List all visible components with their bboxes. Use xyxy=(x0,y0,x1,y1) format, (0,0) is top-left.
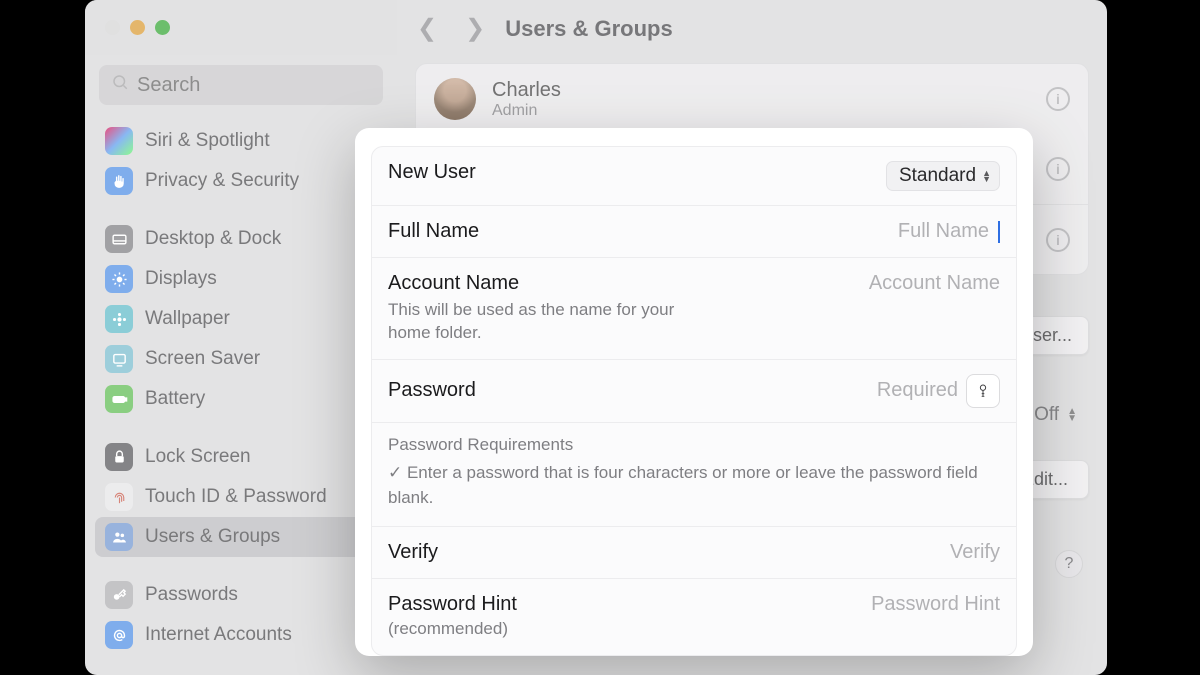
info-icon[interactable]: i xyxy=(1046,87,1070,111)
account-name-label: Account Name xyxy=(388,272,708,295)
window-controls xyxy=(105,20,170,35)
at-icon xyxy=(105,621,133,649)
siri-icon xyxy=(105,127,133,155)
users-icon xyxy=(105,523,133,551)
sidebar-item-label: Battery xyxy=(145,388,205,410)
new-user-modal: New User Standard ▲▼ Full Name Full Name xyxy=(355,128,1033,656)
page-title: Users & Groups xyxy=(505,16,673,42)
back-button[interactable]: ❮ xyxy=(417,14,437,43)
screensaver-icon xyxy=(105,345,133,373)
row-full-name: Full Name Full Name xyxy=(372,206,1016,258)
hint-input[interactable] xyxy=(780,593,1000,616)
sidebar-item-displays[interactable]: Displays xyxy=(85,259,397,299)
avatar xyxy=(434,78,476,120)
sidebar-item-label: Privacy & Security xyxy=(145,170,299,192)
hint-label: Password Hint xyxy=(388,593,517,616)
nav-arrows: ❮ ❯ xyxy=(417,14,485,43)
hint-subtext: (recommended) xyxy=(388,618,517,641)
password-input[interactable] xyxy=(818,379,958,402)
close-window-button[interactable] xyxy=(105,20,120,35)
password-assistant-button[interactable] xyxy=(966,374,1000,408)
sidebar-item-privacy[interactable]: Privacy & Security xyxy=(85,161,397,201)
search-input[interactable] xyxy=(137,74,402,97)
requirements-title: Password Requirements xyxy=(388,435,1000,455)
new-user-label: New User xyxy=(388,161,476,184)
sidebar-item-lockscreen[interactable]: Lock Screen xyxy=(85,437,397,477)
flower-icon xyxy=(105,305,133,333)
sidebar-item-touchid[interactable]: Touch ID & Password xyxy=(85,477,397,517)
sidebar-item-label: Passwords xyxy=(145,584,238,606)
sidebar-item-label: Siri & Spotlight xyxy=(145,130,270,152)
search-field[interactable] xyxy=(99,65,383,105)
row-password: Password xyxy=(372,360,1016,423)
sidebar: Siri & Spotlight Privacy & Security D xyxy=(85,0,397,55)
password-label: Password xyxy=(388,379,476,402)
sidebar-item-internet-accounts[interactable]: Internet Accounts xyxy=(85,615,397,655)
user-row-primary[interactable]: Charles Admin i xyxy=(416,64,1088,134)
info-icon[interactable]: i xyxy=(1046,157,1070,181)
full-name-label: Full Name xyxy=(388,220,479,243)
account-name-input[interactable] xyxy=(780,272,1000,295)
verify-input[interactable] xyxy=(780,541,1000,564)
forward-button[interactable]: ❯ xyxy=(465,14,485,43)
sidebar-item-users-groups[interactable]: Users & Groups xyxy=(95,517,387,557)
sidebar-item-battery[interactable]: Battery xyxy=(85,379,397,419)
minimize-window-button[interactable] xyxy=(130,20,145,35)
dock-icon xyxy=(105,225,133,253)
key-icon xyxy=(975,381,991,401)
zoom-window-button[interactable] xyxy=(155,20,170,35)
guest-toggle-value[interactable]: Off ▲▼ xyxy=(1034,404,1077,426)
sidebar-item-desktop[interactable]: Desktop & Dock xyxy=(85,219,397,259)
sidebar-item-siri[interactable]: Siri & Spotlight xyxy=(85,121,397,161)
user-name: Charles xyxy=(492,79,561,102)
sidebar-item-label: Screen Saver xyxy=(145,348,260,370)
sidebar-item-passwords[interactable]: Passwords xyxy=(85,575,397,615)
lock-icon xyxy=(105,443,133,471)
fingerprint-icon xyxy=(105,483,133,511)
hand-icon xyxy=(105,167,133,195)
battery-icon xyxy=(105,385,133,413)
sidebar-item-label: Touch ID & Password xyxy=(145,486,327,508)
sidebar-item-label: Users & Groups xyxy=(145,526,280,548)
user-type-value: Standard xyxy=(899,165,976,187)
user-role: Admin xyxy=(492,102,561,120)
row-account-name: Account Name This will be used as the na… xyxy=(372,258,1016,360)
help-button[interactable]: ? xyxy=(1055,550,1083,578)
brightness-icon xyxy=(105,265,133,293)
sidebar-item-label: Displays xyxy=(145,268,217,290)
text-cursor xyxy=(998,221,1000,243)
row-new-user: New User Standard ▲▼ xyxy=(372,147,1016,206)
sidebar-item-label: Lock Screen xyxy=(145,446,251,468)
off-label: Off xyxy=(1034,404,1059,426)
row-verify: Verify xyxy=(372,527,1016,579)
sidebar-item-label: Desktop & Dock xyxy=(145,228,281,250)
row-password-hint: Password Hint (recommended) xyxy=(372,579,1016,655)
search-icon xyxy=(111,73,129,97)
account-name-subtext: This will be used as the name for your h… xyxy=(388,299,708,345)
chevron-updown-icon: ▲▼ xyxy=(1067,408,1077,422)
password-requirements: Password Requirements ✓ Enter a password… xyxy=(372,423,1016,527)
sidebar-item-screensaver[interactable]: Screen Saver xyxy=(85,339,397,379)
sidebar-item-label: Internet Accounts xyxy=(145,624,292,646)
chevron-updown-icon: ▲▼ xyxy=(982,170,991,182)
key-icon xyxy=(105,581,133,609)
info-icon[interactable]: i xyxy=(1046,228,1070,252)
sidebar-item-wallpaper[interactable]: Wallpaper xyxy=(85,299,397,339)
full-name-placeholder-text: Full Name xyxy=(898,220,989,243)
verify-label: Verify xyxy=(388,541,438,564)
user-type-select[interactable]: Standard ▲▼ xyxy=(886,161,1000,191)
sidebar-item-label: Wallpaper xyxy=(145,308,230,330)
requirements-line: ✓ Enter a password that is four characte… xyxy=(388,461,1000,510)
